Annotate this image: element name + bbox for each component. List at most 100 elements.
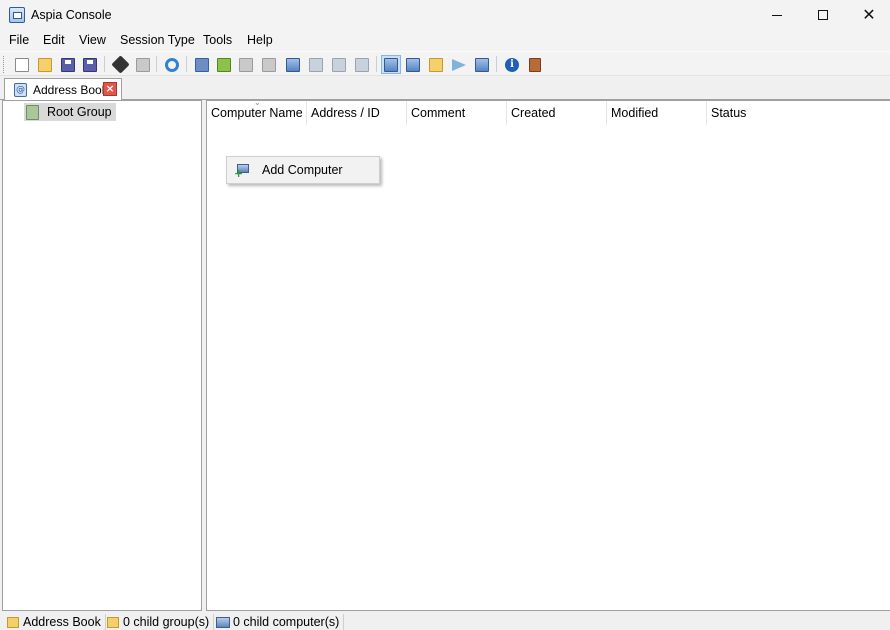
add-computer-button[interactable] (283, 55, 303, 74)
column-address-id[interactable]: Address / ID (307, 101, 407, 125)
status-child-computers: 0 child computer(s) (216, 614, 345, 630)
minimize-icon (772, 14, 782, 16)
system-info-icon (475, 57, 489, 72)
delete-group-icon (239, 57, 253, 72)
tab-address-book[interactable]: @ Address Book × (4, 78, 122, 100)
desktop-manage-icon (384, 57, 398, 72)
status-bar: Address Book 0 child group(s) 0 child co… (0, 612, 890, 630)
edit-computer-button[interactable] (306, 55, 326, 74)
address-book-icon: @ (14, 83, 27, 97)
maximize-button[interactable] (800, 0, 846, 30)
menu-file[interactable]: File (9, 33, 29, 47)
tree-item-label: Root Group (47, 105, 112, 119)
column-label: Modified (611, 106, 659, 120)
column-computer-name[interactable]: Computer Name ⌄ (207, 98, 307, 125)
status-child-computers-text: 0 child computer(s) (233, 615, 340, 629)
menu-bar: File Edit View Session Type Tools Help (0, 30, 890, 51)
refresh-icon (165, 57, 179, 72)
desktop-view-icon (406, 57, 420, 72)
about-button[interactable]: i (502, 55, 522, 74)
group-tree[interactable]: Root Group (2, 100, 202, 611)
app-icon (9, 7, 25, 23)
save-button[interactable] (58, 55, 78, 74)
desktop-manage-button[interactable] (381, 55, 401, 74)
edit-computer-icon (309, 57, 323, 72)
file-transfer-button[interactable] (426, 55, 446, 74)
column-status[interactable]: Status (707, 101, 890, 125)
column-comment[interactable]: Comment (407, 101, 507, 125)
toolbar-separator (496, 56, 497, 72)
save-icon (61, 57, 75, 72)
column-label: Computer Name (211, 106, 303, 120)
tree-item-root-group[interactable]: Root Group (24, 103, 116, 121)
menu-view[interactable]: View (79, 33, 106, 47)
add-computer-icon (286, 57, 300, 72)
group-properties-button[interactable] (259, 55, 279, 74)
column-label: Comment (411, 106, 466, 120)
add-group-button[interactable] (192, 55, 212, 74)
about-info-icon: i (505, 57, 519, 72)
context-menu: + Add Computer (226, 156, 380, 184)
status-child-groups-text: 0 child group(s) (123, 615, 210, 629)
desktop-view-button[interactable] (403, 55, 423, 74)
menu-edit[interactable]: Edit (43, 33, 65, 47)
context-menu-add-computer[interactable]: + Add Computer (229, 159, 377, 181)
add-group-icon (195, 57, 209, 72)
new-file-button[interactable] (12, 55, 32, 74)
list-header: Computer Name ⌄ Address / ID Comment Cre… (207, 98, 890, 125)
delete-group-button[interactable] (236, 55, 256, 74)
status-address-book: Address Book (7, 614, 106, 630)
copy-computer-icon (332, 57, 346, 72)
exit-door-icon (529, 57, 541, 72)
edit-group-icon (217, 57, 231, 72)
status-address-book-text: Address Book (23, 615, 101, 629)
toolbar-separator (376, 56, 377, 72)
tab-close-button[interactable]: × (103, 82, 117, 96)
open-file-button[interactable] (35, 55, 55, 74)
column-label: Status (711, 106, 747, 120)
edit-group-button[interactable] (214, 55, 234, 74)
open-file-icon (38, 57, 52, 72)
context-menu-label: Add Computer (262, 163, 343, 177)
column-modified[interactable]: Modified (607, 101, 707, 125)
connect-button[interactable] (110, 55, 130, 74)
folder-icon (107, 616, 119, 628)
save-all-button[interactable] (80, 55, 100, 74)
window-title: Aspia Console (31, 8, 112, 22)
minimize-button[interactable] (754, 0, 800, 30)
folder-icon (7, 616, 19, 628)
group-icon (26, 104, 39, 120)
disconnect-button[interactable] (133, 55, 153, 74)
disconnect-icon (136, 57, 150, 72)
save-all-icon (83, 57, 97, 72)
copy-computer-button[interactable] (329, 55, 349, 74)
tab-label: Address Book (33, 83, 108, 97)
exit-button[interactable] (525, 55, 545, 74)
toolbar-grip[interactable] (3, 56, 6, 73)
connect-plug-icon (110, 55, 130, 74)
menu-tools[interactable]: Tools (203, 33, 232, 47)
delete-computer-button[interactable] (352, 55, 372, 74)
add-computer-icon: + (234, 163, 250, 179)
toolbar-separator (156, 56, 157, 72)
column-created[interactable]: Created (507, 101, 607, 125)
toolbar-separator (104, 56, 105, 72)
toolbar-separator (186, 56, 187, 72)
close-button[interactable]: ✕ (846, 0, 890, 30)
new-file-icon (15, 57, 29, 72)
sort-indicator-icon: ⌄ (254, 98, 261, 107)
status-child-groups: 0 child group(s) (107, 614, 215, 630)
text-chat-button[interactable] (449, 55, 469, 74)
system-info-button[interactable] (472, 55, 492, 74)
maximize-icon (818, 10, 828, 20)
column-label: Address / ID (311, 106, 380, 120)
group-properties-icon (262, 57, 276, 72)
refresh-button[interactable] (162, 55, 182, 74)
menu-session-type[interactable]: Session Type (120, 33, 195, 47)
toolbar: i (0, 51, 890, 76)
text-chat-icon (452, 58, 466, 71)
file-transfer-icon (429, 57, 443, 72)
menu-help[interactable]: Help (247, 33, 273, 47)
close-icon: ✕ (862, 5, 876, 24)
delete-computer-icon (355, 57, 369, 72)
